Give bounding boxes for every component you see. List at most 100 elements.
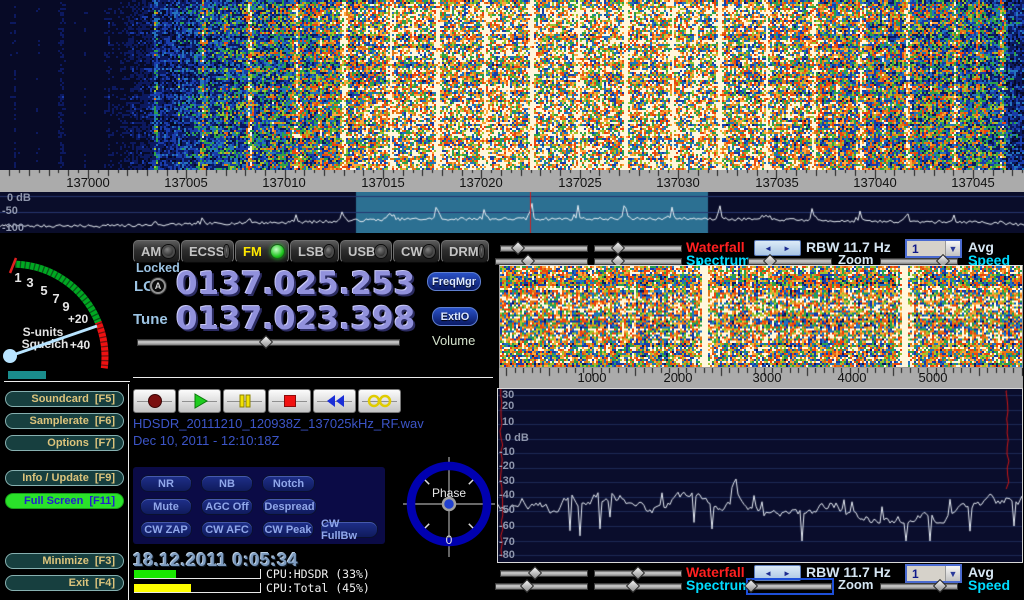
options-button[interactable]: Options[F7] xyxy=(5,435,124,451)
full-screen-button[interactable]: Full Screen [F11] xyxy=(5,493,124,509)
stop-icon xyxy=(272,391,308,411)
mode-button-am[interactable]: AM xyxy=(133,240,180,263)
samplerate-button[interactable]: Samplerate[F6] xyxy=(5,413,124,429)
arrow-right-icon[interactable]: ► xyxy=(783,569,791,578)
mode-bar: AM ECSS FM LSB USB CW DRM xyxy=(133,240,489,263)
record-button[interactable] xyxy=(133,389,176,413)
cpu-hdsdr-label: CPU:HDSDR (33%) xyxy=(266,567,370,581)
s-meter-tick-label: 5 xyxy=(40,283,47,298)
spectrum-offset-slider-2[interactable] xyxy=(594,580,682,593)
cw-fullbw-button[interactable]: CW FullBw xyxy=(320,521,378,538)
lo-frequency-display[interactable]: 0137.025.253 xyxy=(176,266,415,302)
freq-tick-label: 137035 xyxy=(755,175,798,190)
extio-button[interactable]: ExtIO xyxy=(432,307,478,326)
freq-tick-label: 137020 xyxy=(459,175,502,190)
phase-dial[interactable]: Phase 0 xyxy=(403,457,495,559)
freq-tick-label: 4000 xyxy=(838,370,867,385)
mode-led xyxy=(375,245,387,258)
despread-button[interactable]: Despread xyxy=(262,498,317,515)
mode-button-ecss[interactable]: ECSS xyxy=(181,240,234,263)
freqmgr-button[interactable]: FreqMgr xyxy=(427,272,481,291)
main-waterfall-display[interactable] xyxy=(0,0,1024,170)
freq-tick-label: 137010 xyxy=(262,175,305,190)
agc-off-button[interactable]: AGC Off xyxy=(201,498,253,515)
phase-tick xyxy=(469,524,473,528)
cw-zap-button[interactable]: CW ZAP xyxy=(140,521,192,538)
db-label: 0 dB xyxy=(7,192,31,204)
mode-button-fm[interactable]: FM xyxy=(235,240,289,263)
nr-button[interactable]: NR xyxy=(140,475,192,492)
freq-tick-label: 1000 xyxy=(578,370,607,385)
button-hotkey: [F9] xyxy=(95,472,115,484)
zoom-waterfall-display[interactable] xyxy=(500,266,1022,367)
waterfall-contrast-slider-2[interactable] xyxy=(594,567,682,580)
arrow-right-icon[interactable]: ► xyxy=(783,244,791,253)
phase-knob[interactable] xyxy=(443,498,455,510)
arrow-left-icon[interactable]: ◄ xyxy=(764,244,772,253)
waterfall-brightness-slider[interactable] xyxy=(500,242,588,255)
volume-label: Volume xyxy=(432,333,475,348)
button-label: Soundcard xyxy=(31,393,88,405)
slider-thumb[interactable] xyxy=(259,335,273,349)
mute-button[interactable]: Mute xyxy=(140,498,192,515)
nb-button[interactable]: NB xyxy=(201,475,253,492)
s-meter-tick-label: 1 xyxy=(14,270,21,285)
mode-label: FM xyxy=(243,244,262,259)
hdsdr-window: 137000 137005 137010 137015 137020 13702… xyxy=(0,0,1024,600)
mode-button-cw[interactable]: CW xyxy=(393,240,440,263)
stop-button[interactable] xyxy=(268,389,311,413)
db-label: -10 xyxy=(499,446,515,458)
locked-indicator: Locked xyxy=(136,261,180,275)
mode-led xyxy=(479,245,484,258)
cw-afc-button[interactable]: CW AFC xyxy=(201,521,253,538)
exit-button[interactable]: Exit[F4] xyxy=(5,575,124,591)
avg-select-value: 1 xyxy=(907,241,945,256)
mode-button-drm[interactable]: DRM xyxy=(441,240,489,263)
pause-button[interactable] xyxy=(223,389,266,413)
arrow-left-icon[interactable]: ◄ xyxy=(764,569,772,578)
waterfall-contrast-slider[interactable] xyxy=(594,242,682,255)
zoom-spectrum-panel xyxy=(497,388,1023,563)
speed-slider-2[interactable] xyxy=(880,580,958,593)
rbw-spinner-2[interactable]: ◄► xyxy=(754,565,801,581)
cw-peak-button[interactable]: CW Peak xyxy=(262,521,314,538)
zoom-slider-2[interactable] xyxy=(748,580,832,593)
mode-label: DRM xyxy=(449,244,479,259)
soundcard-button[interactable]: Soundcard[F5] xyxy=(5,391,124,407)
spectrum-range-slider-2[interactable] xyxy=(495,580,588,593)
main-spectrum-display[interactable] xyxy=(0,192,1024,233)
mode-button-lsb[interactable]: LSB xyxy=(290,240,339,263)
s-meter-needle-pivot xyxy=(3,349,17,363)
info-update-button[interactable]: Info / Update [F9] xyxy=(5,470,124,486)
squelch-level-bar[interactable] xyxy=(8,371,46,379)
freq-tick-label: 137040 xyxy=(853,175,896,190)
button-label: Minimize xyxy=(42,555,88,567)
db-label: -50 xyxy=(2,205,18,217)
button-hotkey: [F11] xyxy=(89,495,115,507)
button-label: Full Screen xyxy=(24,495,83,507)
chevron-down-icon[interactable]: ▼ xyxy=(945,566,960,581)
spectrum-label: Spectrum xyxy=(686,577,751,593)
tape-loop-button[interactable] xyxy=(358,389,401,413)
mode-led xyxy=(224,245,229,258)
db-label: -40 xyxy=(499,489,515,501)
lo-a-badge[interactable]: A xyxy=(150,278,166,294)
mode-button-usb[interactable]: USB xyxy=(340,240,392,263)
button-label: Info / Update xyxy=(22,472,89,484)
freq-tick-label: 2000 xyxy=(664,370,693,385)
recording-filename: HDSDR_20111210_120938Z_137025kHz_RF.wav xyxy=(133,416,424,431)
recording-timestamp: Dec 10, 2011 - 12:10:18Z xyxy=(133,433,279,448)
rbw-spinner[interactable]: ◄► xyxy=(754,240,801,256)
mode-led xyxy=(271,245,284,258)
chevron-down-icon[interactable]: ▼ xyxy=(945,241,960,256)
tune-frequency-display[interactable]: 0137.023.398 xyxy=(176,301,415,337)
volume-slider[interactable] xyxy=(137,336,400,349)
zoom-label: Zoom xyxy=(838,577,873,592)
freq-tick-label: 137005 xyxy=(164,175,207,190)
play-button[interactable] xyxy=(178,389,221,413)
waterfall-brightness-slider-2[interactable] xyxy=(500,567,588,580)
rewind-button[interactable] xyxy=(313,389,356,413)
notch-button[interactable]: Notch xyxy=(262,475,315,492)
zoom-spectrum-display[interactable] xyxy=(498,389,1022,562)
minimize-button[interactable]: Minimize[F3] xyxy=(5,553,124,569)
